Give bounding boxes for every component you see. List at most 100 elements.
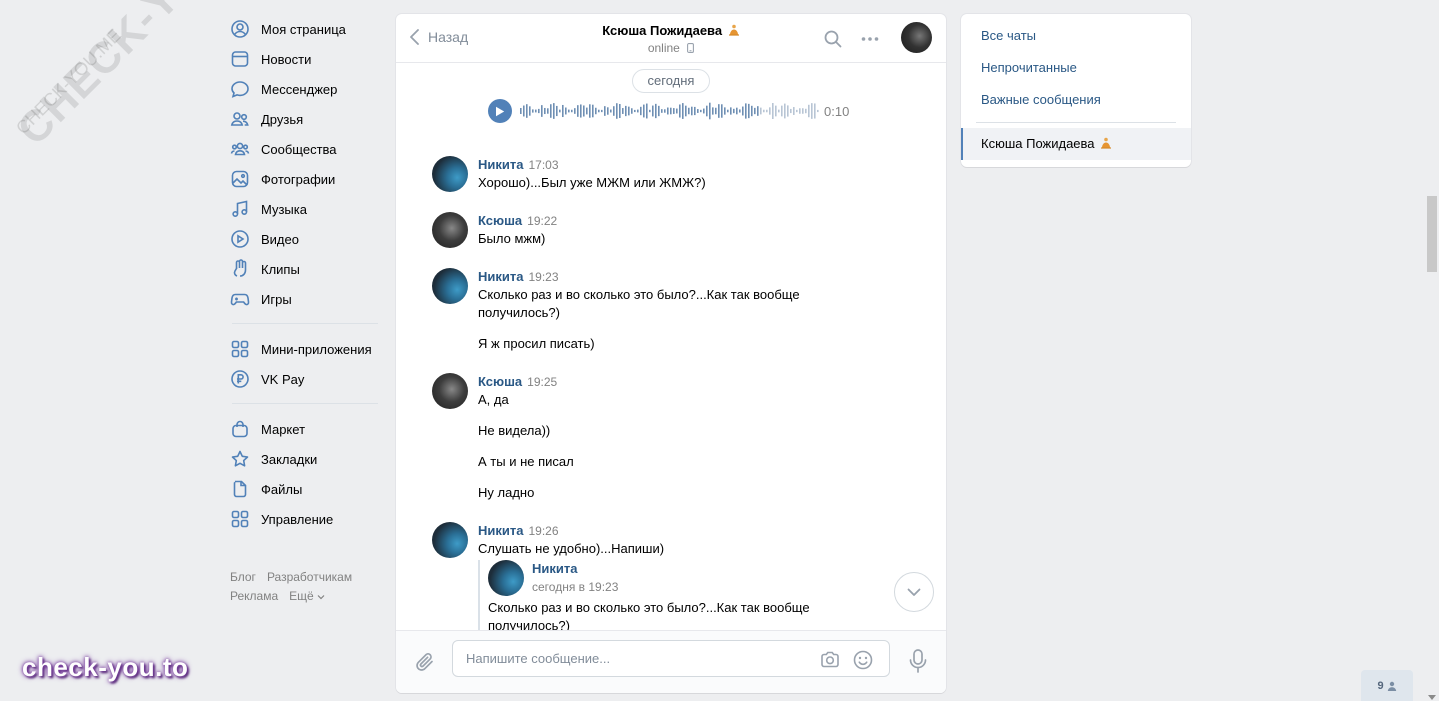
waveform-bar: [769, 107, 771, 115]
voice-record-button[interactable]: [906, 648, 930, 674]
message-author[interactable]: Никита: [478, 523, 523, 538]
play-button[interactable]: [488, 99, 512, 123]
nav-item-manage[interactable]: Управление: [230, 504, 380, 534]
footer-link-more[interactable]: Ещё: [289, 589, 325, 603]
message-author[interactable]: Никита: [478, 269, 523, 284]
waveform-bar: [589, 104, 591, 118]
waveform-bar: [763, 109, 765, 113]
forwarded-author[interactable]: Никита: [532, 560, 912, 578]
waveform-bar: [781, 105, 783, 117]
waveform-bar: [664, 109, 666, 113]
waveform-bar: [718, 104, 720, 118]
forwarded-time[interactable]: сегодня в 19:23: [532, 578, 912, 596]
communities-icon: [230, 139, 250, 159]
page-scrollbar-thumb[interactable]: [1427, 196, 1437, 272]
avatar[interactable]: [432, 373, 468, 409]
waveform-bar: [616, 103, 618, 119]
music-note-icon: [230, 199, 250, 219]
folder-unread[interactable]: Непрочитанные: [961, 52, 1191, 84]
nav-divider: [232, 403, 378, 404]
forwarded-message[interactable]: Никита сегодня в 19:23 Сколько раз и во …: [478, 560, 912, 630]
message-time[interactable]: 19:23: [528, 270, 558, 284]
message-text: Хорошо)...Был уже МЖМ или ЖМЖ?): [478, 175, 706, 190]
nav-label: Фотографии: [261, 171, 336, 187]
folder-all-chats[interactable]: Все чаты: [961, 20, 1191, 52]
waveform-bar: [550, 104, 552, 118]
message-time[interactable]: 19:22: [527, 214, 557, 228]
message-header: Никита 17:03: [478, 156, 912, 174]
message-header: Ксюша 19:25: [478, 373, 912, 391]
nav-item-vk-pay[interactable]: VK Pay: [230, 364, 380, 394]
waveform-bar: [805, 108, 807, 114]
waveform-bar: [673, 108, 675, 114]
nav-item-files[interactable]: Файлы: [230, 474, 380, 504]
nav-item-messenger[interactable]: Мессенджер: [230, 74, 380, 104]
waveform-bar: [646, 103, 648, 119]
waveform-bar: [580, 104, 582, 118]
message-time[interactable]: 19:26: [528, 524, 558, 538]
active-chat-name: Ксюша Пожидаева: [981, 136, 1095, 151]
message-header: Ксюша 19:22: [478, 212, 912, 230]
footer-link-blog[interactable]: Блог: [230, 570, 256, 584]
nav-item-my-page[interactable]: Моя страница: [230, 14, 380, 44]
message-text: Я ж просил писать): [478, 336, 595, 351]
nav-item-photos[interactable]: Фотографии: [230, 164, 380, 194]
more-actions-button[interactable]: [860, 29, 880, 49]
nav-item-video[interactable]: Видео: [230, 224, 380, 254]
message-text: А ты и не писал: [478, 454, 574, 469]
voice-waveform[interactable]: [520, 99, 820, 123]
avatar[interactable]: [432, 212, 468, 248]
folder-important[interactable]: Важные сообщения: [961, 84, 1191, 116]
nav-item-games[interactable]: Игры: [230, 284, 380, 314]
message-author[interactable]: Никита: [478, 157, 523, 172]
message-author[interactable]: Ксюша: [478, 213, 522, 228]
waveform-bar: [613, 106, 615, 116]
waveform-bar: [742, 106, 744, 116]
emoji-button[interactable]: [852, 649, 874, 671]
message-history[interactable]: сегодня 0:10 Никита 17:03 Хорошо)...Был у…: [396, 63, 946, 630]
camera-button[interactable]: [819, 649, 841, 671]
search-button[interactable]: [823, 29, 843, 49]
message-time[interactable]: 17:03: [528, 158, 558, 172]
peer-avatar[interactable]: [901, 22, 932, 53]
waveform-bar: [610, 109, 612, 113]
scroll-to-bottom-button[interactable]: [894, 572, 934, 612]
waveform-bar: [526, 104, 528, 118]
message-body: Никита 17:03 Хорошо)...Был уже МЖМ или ЖМ…: [478, 156, 912, 192]
attach-button[interactable]: [414, 651, 436, 673]
message-body: Никита 19:23 Сколько раз и во сколько это…: [478, 268, 912, 353]
waveform-bar: [562, 104, 564, 118]
brand-watermark: check-you.to: [22, 652, 189, 682]
nav-item-mini-apps[interactable]: Мини-приложения: [230, 334, 380, 364]
online-friends-counter[interactable]: 9: [1361, 670, 1413, 701]
nav-item-news[interactable]: Новости: [230, 44, 380, 74]
message-author[interactable]: Ксюша: [478, 374, 522, 389]
ruble-coin-icon: [230, 369, 250, 389]
folder-active-chat[interactable]: Ксюша Пожидаева: [961, 128, 1191, 160]
mobile-phone-icon: [687, 43, 695, 53]
waveform-bar: [553, 103, 555, 119]
waveform-bar: [652, 105, 654, 117]
avatar[interactable]: [488, 560, 524, 596]
footer-link-developers[interactable]: Разработчикам: [267, 570, 352, 584]
waveform-bar: [604, 106, 606, 116]
message-time[interactable]: 19:25: [527, 375, 557, 389]
footer-link-ads[interactable]: Реклама: [230, 589, 278, 603]
nav-item-market[interactable]: Маркет: [230, 414, 380, 444]
message-input[interactable]: [453, 641, 783, 676]
nav-item-bookmarks[interactable]: Закладки: [230, 444, 380, 474]
avatar[interactable]: [432, 522, 468, 558]
nav-item-communities[interactable]: Сообщества: [230, 134, 380, 164]
waveform-bar: [751, 105, 753, 117]
waveform-bar: [640, 106, 642, 116]
waveform-bar: [619, 104, 621, 118]
avatar[interactable]: [432, 268, 468, 304]
chevron-down-icon: [907, 588, 921, 596]
nav-item-music[interactable]: Музыка: [230, 194, 380, 224]
avatar[interactable]: [432, 156, 468, 192]
nav-item-clips[interactable]: Клипы: [230, 254, 380, 284]
scroll-down-arrow-icon[interactable]: [1428, 693, 1436, 701]
nav-item-friends[interactable]: Друзья: [230, 104, 380, 134]
photo-icon: [230, 169, 250, 189]
waveform-bar: [757, 106, 759, 116]
